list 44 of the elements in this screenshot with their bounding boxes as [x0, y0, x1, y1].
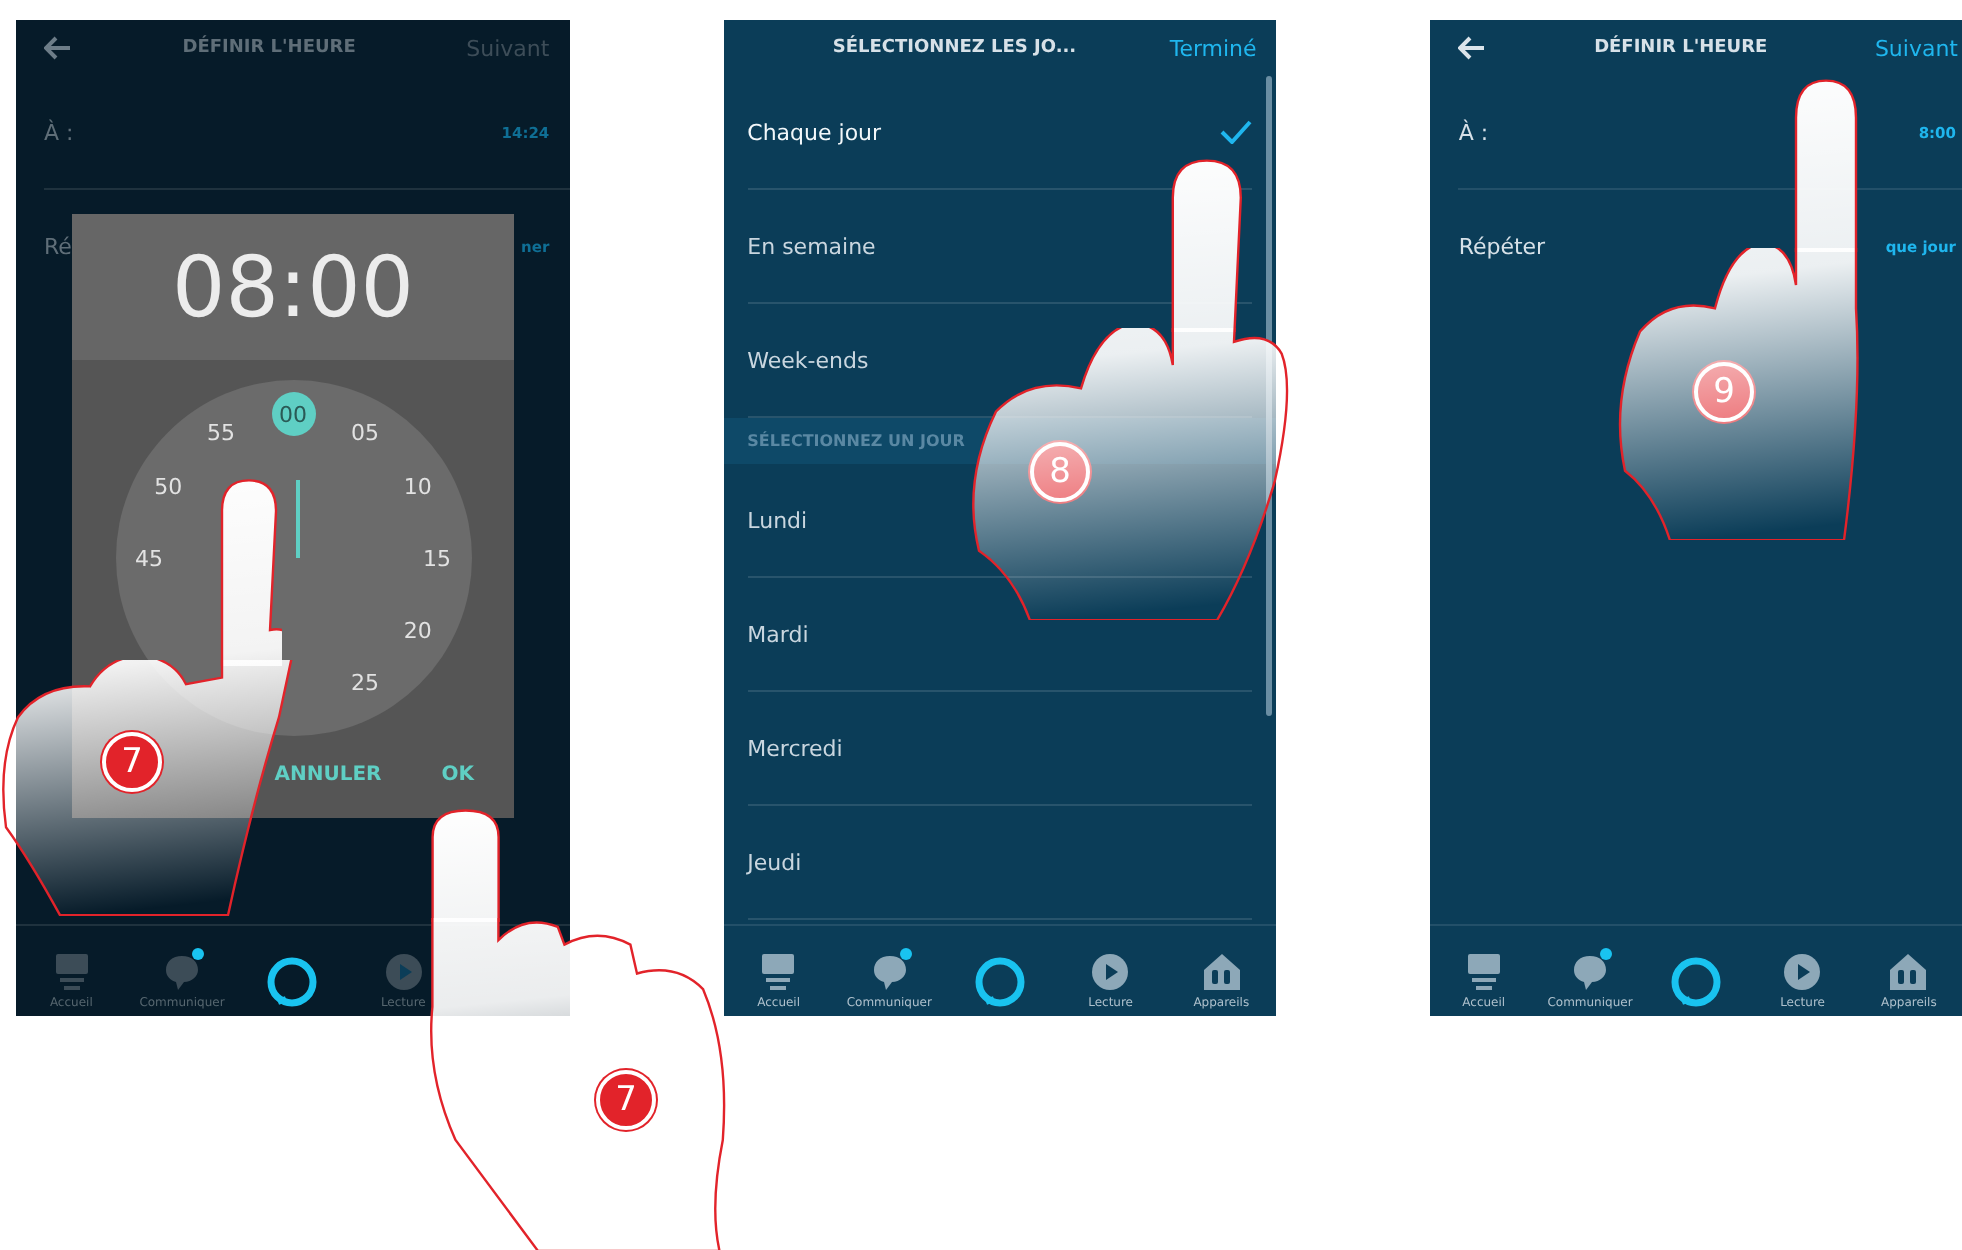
speech-bubble-icon[interactable] — [869, 952, 910, 992]
setting-label: Répéter — [1458, 233, 1546, 259]
repeat-option[interactable]: Chaque jour — [747, 119, 882, 145]
day-option[interactable]: Lundi — [747, 507, 808, 533]
time-display: 08:00 — [72, 214, 514, 360]
minute-number[interactable]: 05 — [343, 411, 387, 456]
minute-number[interactable]: 25 — [343, 660, 387, 705]
play-icon[interactable] — [1090, 952, 1131, 992]
house-icon[interactable] — [1888, 952, 1929, 992]
screen-title: DÉFINIR L'HEURE — [1592, 38, 1770, 58]
minute-number[interactable]: 55 — [199, 411, 243, 456]
minute-number[interactable]: 15 — [415, 536, 459, 580]
lamp-icon[interactable] — [1465, 952, 1502, 992]
repeat-option[interactable]: Week-ends — [747, 347, 869, 373]
screen-title: SÉLECTIONNEZ LES JO... — [830, 38, 1079, 58]
screen-title: DÉFINIR L'HEURE — [180, 38, 358, 58]
setting-label: Ré — [44, 233, 72, 259]
minute-number[interactable]: 50 — [146, 464, 191, 508]
ring-icon[interactable] — [1668, 954, 1725, 1010]
setting-label: À : — [44, 119, 74, 145]
dialog-button[interactable]: OK — [437, 760, 478, 790]
minute-number[interactable]: 45 — [127, 536, 171, 580]
dialog-button[interactable]: ANNULER — [270, 760, 386, 790]
day-option[interactable]: Mercredi — [747, 735, 843, 761]
house-icon[interactable] — [1201, 952, 1242, 992]
minute-number[interactable]: 20 — [395, 608, 440, 652]
ring-icon[interactable] — [264, 954, 321, 1010]
section-heading: SÉLECTIONNEZ UN JOUR — [747, 432, 965, 450]
minute-number[interactable]: 10 — [395, 464, 440, 508]
header-action-button[interactable]: Terminé — [1169, 35, 1257, 61]
play-icon[interactable] — [1782, 952, 1823, 992]
repeat-option[interactable]: En semaine — [747, 233, 876, 259]
speech-bubble-icon[interactable] — [161, 952, 202, 992]
minute-number[interactable]: 00 — [271, 392, 315, 436]
clock-hand[interactable] — [295, 480, 299, 558]
speech-bubble-icon[interactable] — [1570, 952, 1610, 992]
day-option[interactable]: Mardi — [747, 621, 809, 647]
index-finger-drawing — [425, 806, 505, 922]
day-option[interactable]: Jeudi — [747, 849, 802, 875]
back-arrow-icon[interactable] — [44, 36, 72, 60]
ring-icon[interactable] — [971, 954, 1028, 1010]
setting-label: À : — [1458, 119, 1489, 145]
header-action-button[interactable]: Suivant — [1874, 35, 1958, 61]
lamp-icon[interactable] — [760, 952, 797, 992]
